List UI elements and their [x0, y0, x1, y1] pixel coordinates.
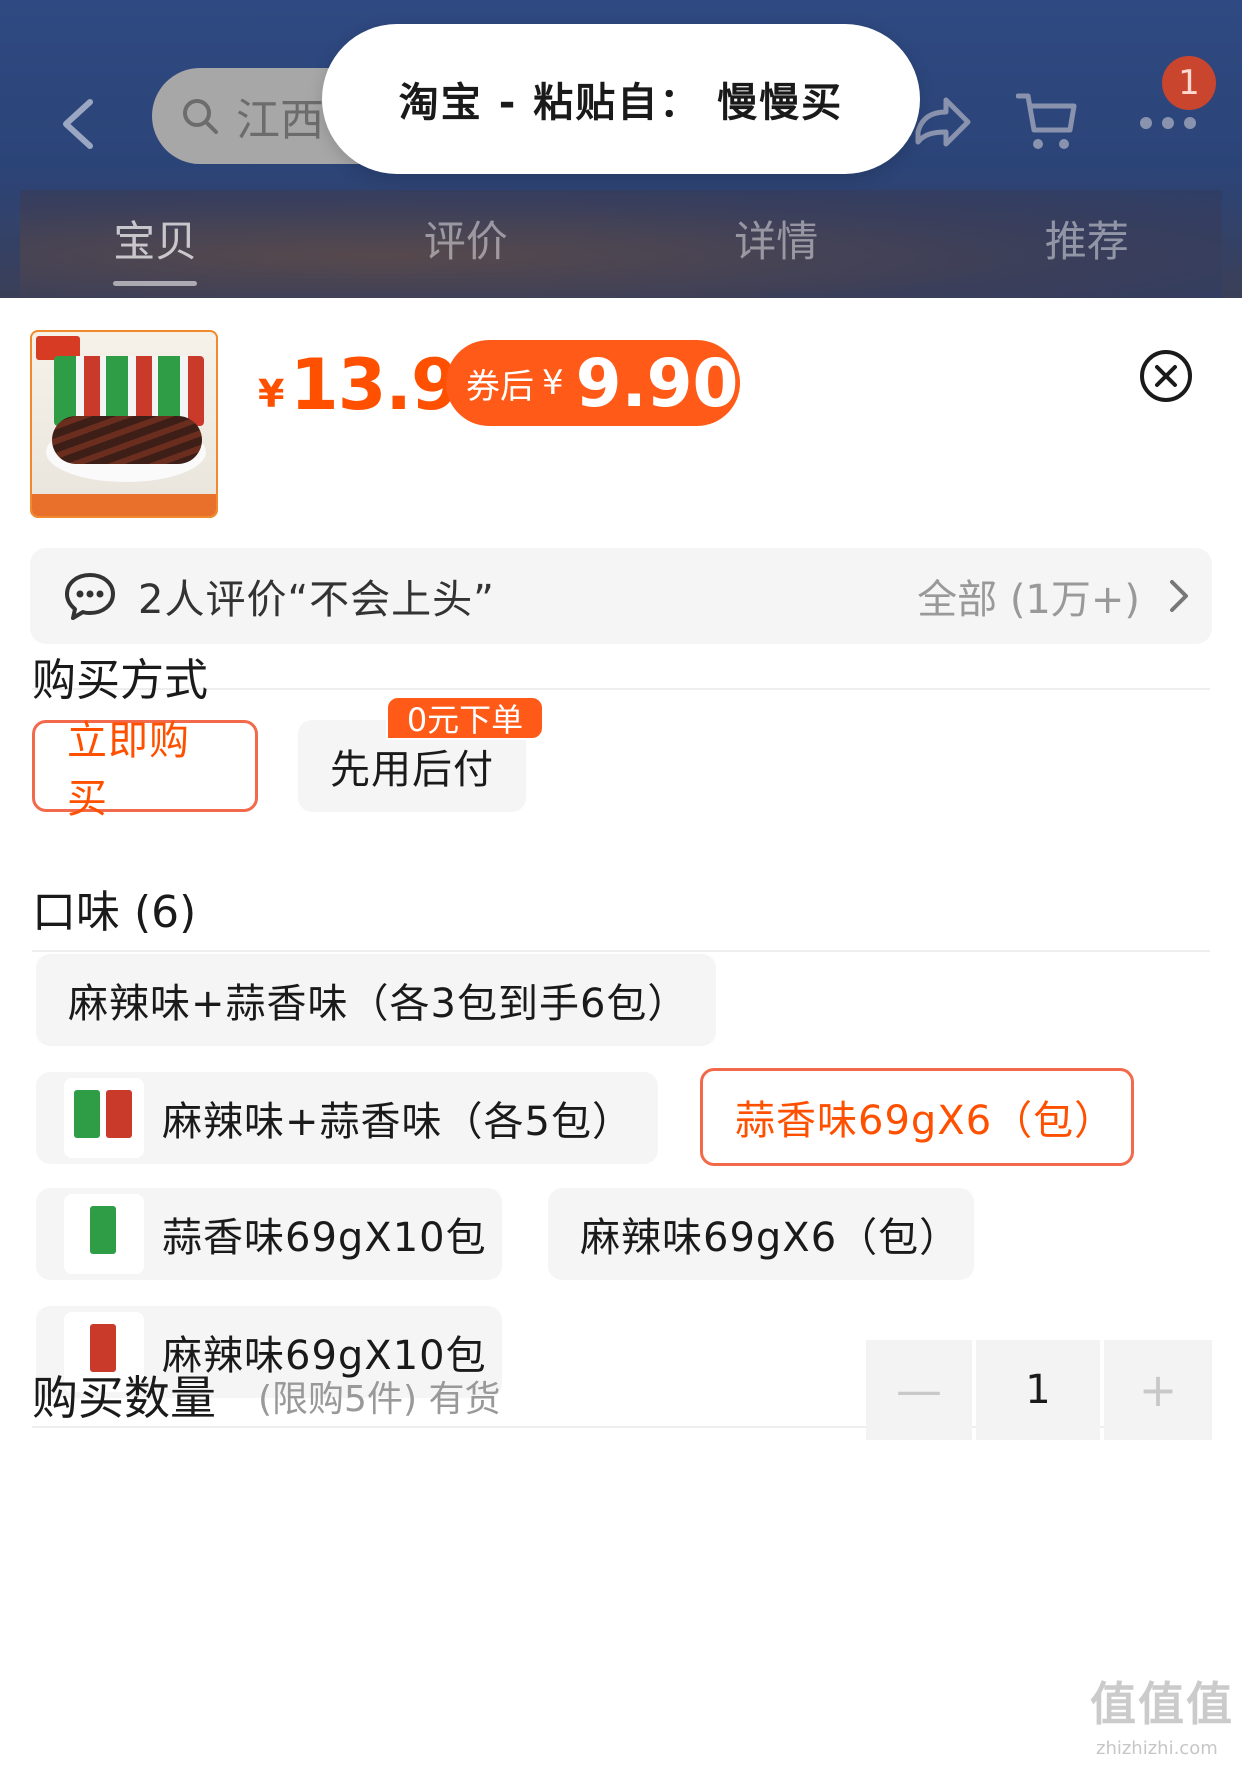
comment-icon — [65, 573, 115, 620]
price-currency: ¥ — [258, 372, 285, 416]
flavor-option-garlic-6[interactable]: 蒜香味69gX6（包） — [700, 1068, 1134, 1166]
flavor-thumb — [64, 1078, 144, 1158]
review-all-link[interactable]: 全部 (1万+) — [917, 567, 1140, 625]
decrease-button[interactable]: — — [866, 1340, 972, 1440]
divider — [32, 688, 1210, 690]
watermark-url: zhizhizhi.com — [1096, 1738, 1218, 1759]
sku-selection-sheet: ¥ 13.9 券后 ¥ 9.90 2人评价“不会上头” 全部 (1万+) 购买方… — [0, 298, 1242, 1768]
flavor-option-label: 蒜香味69gX10包 — [162, 1215, 487, 1261]
product-tabs: 宝贝 评价 详情 推荐 — [0, 212, 1242, 282]
more-icon[interactable] — [1138, 110, 1198, 136]
thumbnail-strip — [32, 494, 216, 516]
paste-toast: 淘宝 - 粘贴自： 慢慢买 — [322, 24, 920, 174]
flavor-option-label: 麻辣味+蒜香味（各5包） — [162, 1099, 633, 1145]
divider — [32, 950, 1210, 952]
tab-reviews[interactable]: 评价 — [311, 212, 622, 282]
quantity-limit-note: (限购5件) 有货 — [258, 1379, 501, 1420]
quantity-input[interactable]: 1 — [976, 1340, 1100, 1440]
flavor-option-spicy-6[interactable]: 麻辣味69gX6（包） — [548, 1188, 974, 1280]
watermark-logo: 值值值 — [1090, 1677, 1234, 1731]
cart-badge: 1 — [1162, 56, 1216, 110]
product-thumbnail[interactable] — [30, 330, 218, 518]
close-icon[interactable] — [1138, 348, 1194, 404]
flavor-heading: 口味 (6) — [32, 887, 197, 938]
flavor-option-garlic-10[interactable]: 蒜香味69gX10包 — [36, 1188, 502, 1280]
increase-button[interactable]: + — [1104, 1340, 1212, 1440]
purchase-method-heading: 购买方式 — [32, 655, 208, 706]
flavor-thumb — [64, 1194, 144, 1274]
product-header: 江西 1 宝贝 评价 详情 推荐 淘宝 - 粘贴自： 慢慢买 — [0, 0, 1242, 300]
review-summary-text: 2人评价“不会上头” — [138, 577, 495, 623]
tab-recommend[interactable]: 推荐 — [932, 212, 1242, 282]
coupon-label: 券后 — [466, 366, 534, 407]
tab-product[interactable]: 宝贝 — [0, 212, 311, 282]
review-summary-bar[interactable]: 2人评价“不会上头” 全部 (1万+) — [30, 548, 1212, 644]
thumbnail-meat — [52, 416, 202, 464]
tab-details[interactable]: 详情 — [621, 212, 932, 282]
cart-icon[interactable] — [1016, 90, 1078, 154]
price-value: 13.9 — [290, 344, 460, 426]
share-icon[interactable] — [912, 92, 972, 152]
search-icon — [183, 99, 218, 134]
flavor-option-mixed-6[interactable]: 麻辣味+蒜香味（各3包到手6包） — [36, 954, 716, 1046]
chevron-right-icon — [1170, 580, 1188, 612]
quantity-heading: 购买数量 — [32, 1371, 216, 1425]
coupon-price-badge: 券后 ¥ 9.90 — [446, 340, 740, 426]
coupon-currency: ¥ — [542, 363, 564, 403]
coupon-price: 9.90 — [575, 344, 739, 422]
search-text: 江西 — [236, 95, 324, 146]
buy-now-option[interactable]: 立即购买 — [32, 718, 258, 822]
quantity-stepper: — 1 + — [866, 1340, 1212, 1440]
zero-down-badge: 0元下单 — [386, 696, 544, 740]
flavor-option-mixed-10[interactable]: 麻辣味+蒜香味（各5包） — [36, 1072, 658, 1164]
back-arrow-icon[interactable] — [58, 96, 98, 152]
